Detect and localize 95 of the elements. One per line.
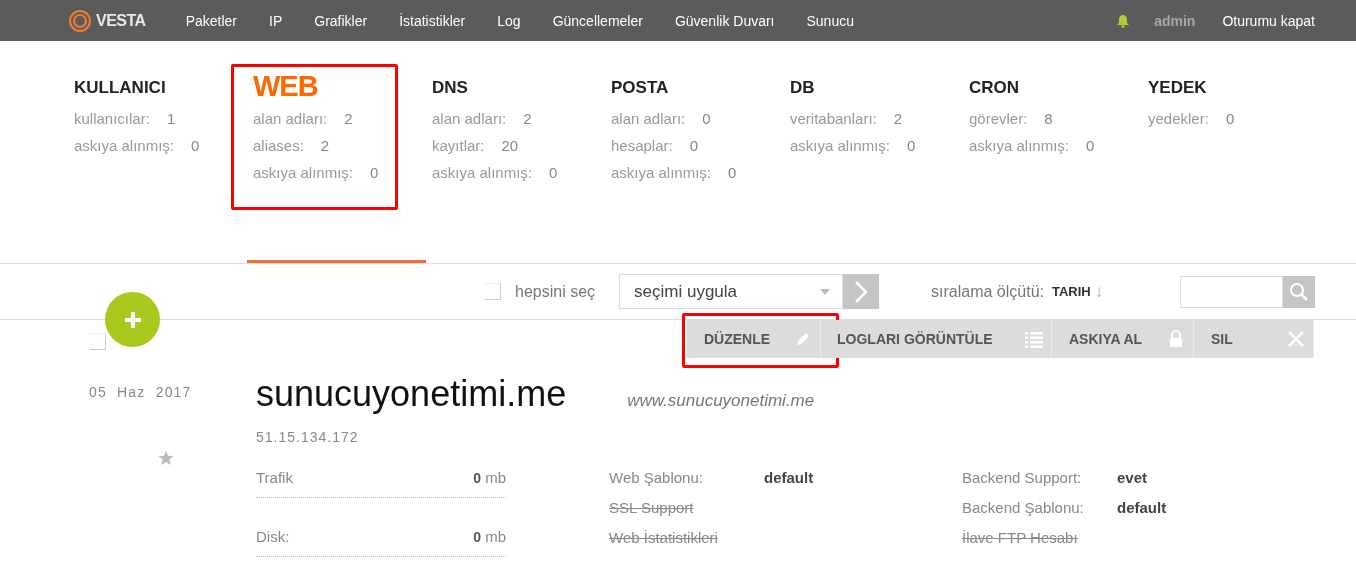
stat-value: 0	[191, 137, 200, 154]
nav-link[interactable]: Güncellemeler	[552, 12, 643, 29]
list-icon	[1025, 330, 1043, 348]
checkbox[interactable]	[484, 283, 501, 300]
stat-label: alan adları:	[432, 110, 507, 127]
stat-value: 2	[344, 110, 353, 127]
select-all-label[interactable]: hepsini seç	[515, 282, 596, 301]
action-button[interactable]: SIL	[1194, 320, 1314, 358]
setting-value: default	[764, 469, 814, 488]
section-tab[interactable]: KULLANICI kullanıcılar: 1 askıya alınmış: 0	[68, 41, 247, 263]
stat-value: 0	[907, 137, 916, 154]
section-title: POSTA	[611, 77, 670, 99]
stat-label: hesaplar:	[611, 137, 673, 154]
section-title: WEB	[253, 75, 319, 104]
stat-value: 1	[166, 110, 176, 127]
nav-link[interactable]: İstatistikler	[399, 12, 466, 29]
plus-icon	[122, 309, 143, 330]
pencil-icon	[794, 330, 812, 348]
lock-icon	[1167, 330, 1185, 348]
add-button[interactable]	[105, 292, 160, 347]
stat-label: kullanıcılar:	[74, 110, 150, 127]
stat-label: askıya alınmış:	[74, 137, 175, 154]
bulk-action-select[interactable]: seçimi uygula	[619, 274, 844, 309]
stat-value: 0	[728, 164, 737, 181]
nav-link[interactable]: Log	[497, 12, 521, 29]
section-tab[interactable]: POSTA alan adları: 0 hesaplar: 0 askıya alınmış: 0	[605, 41, 784, 263]
section-title: CRON	[969, 77, 1021, 99]
bell-icon	[1116, 13, 1131, 28]
stat-label: askıya alınmış:	[969, 137, 1070, 154]
setting-label: İlave FTP Hesabı	[962, 529, 1079, 548]
stat-value: 0	[370, 164, 379, 181]
setting-value: evet	[1117, 469, 1148, 488]
stat-label: askıya alınmış:	[611, 164, 712, 181]
chevron-right-icon	[854, 280, 869, 303]
search-icon	[1289, 281, 1309, 302]
ip-address: 51.15.134.172	[256, 429, 360, 445]
stat-value: 8	[1044, 110, 1053, 127]
logo-text[interactable]: VESTA	[96, 11, 146, 30]
checkbox[interactable]	[89, 332, 106, 350]
action-button[interactable]: DÜZENLE	[687, 320, 821, 358]
search-field[interactable]	[1180, 275, 1283, 308]
section-title: DNS	[432, 77, 469, 99]
action-button[interactable]: ASKIYA AL	[1052, 320, 1194, 358]
stat-label: aliases:	[253, 137, 304, 154]
section-title: YEDEK	[1148, 77, 1208, 99]
usage-row: Disk: 0 mb	[256, 528, 506, 557]
sort-link[interactable]: TARIH	[1052, 284, 1091, 299]
logo-icon	[68, 8, 92, 33]
section-tab[interactable]: DNS alan adları: 2 kayıtlar: 20 askıya alınmış: 0	[426, 41, 605, 263]
stat-label: görevler:	[969, 110, 1028, 127]
section-title: KULLANICI	[74, 77, 167, 99]
nav-link[interactable]: Paketler	[185, 12, 237, 29]
section-tab[interactable]: YEDEK yedekler: 0	[1142, 41, 1321, 263]
nav-link[interactable]: Güvenlik Duvarı	[674, 12, 775, 29]
section-tab[interactable]: CRON görevler: 8 askıya alınmış: 0	[963, 41, 1142, 263]
search-button[interactable]	[1283, 275, 1315, 308]
setting-label: Backend Support:	[962, 469, 1083, 488]
section-title: DB	[790, 77, 816, 99]
stat-label: askıya alınmış:	[790, 137, 891, 154]
stat-label: kayıtlar:	[432, 137, 485, 154]
section-tab[interactable]: WEB alan adları: 2 aliases: 2 askıya alınmış: 0	[247, 41, 426, 263]
close-icon	[1287, 330, 1305, 348]
sort-label: sıralama ölçütü:	[931, 282, 1044, 301]
stat-label: askıya alınmış:	[253, 164, 354, 181]
section-tab[interactable]: DB veritabanları: 2 askıya alınmış: 0	[784, 41, 963, 263]
alias-text: www.sunucuyonetimi.me	[627, 391, 815, 411]
nav-link[interactable]: Sunucu	[806, 12, 854, 29]
stat-value: 0	[702, 110, 711, 127]
stat-value: 2	[893, 110, 903, 127]
dropdown-caret-icon	[820, 288, 831, 295]
setting-value: default	[1117, 499, 1167, 518]
apply-button[interactable]	[843, 274, 880, 309]
setting-label: Backend Şablonu:	[962, 499, 1085, 518]
stat-label: alan adları:	[253, 110, 328, 127]
stat-value: 2	[320, 137, 330, 154]
stat-label: askıya alınmış:	[432, 164, 533, 181]
stat-value: 0	[689, 137, 699, 154]
stat-value: 0	[1225, 110, 1235, 127]
stat-label: veritabanları:	[790, 110, 877, 127]
setting-label: Web İstatistikleri	[609, 529, 719, 548]
action-button[interactable]: LOGLARI GÖRÜNTÜLE	[821, 320, 1052, 358]
setting-label: SSL Support	[609, 499, 695, 518]
setting-label: Web Şablonu:	[609, 469, 704, 488]
stat-value: 2	[523, 110, 532, 127]
stat-label: yedekler:	[1148, 110, 1209, 127]
domain-title: sunucuyonetimi.me	[256, 373, 567, 415]
logout-link[interactable]: Oturumu kapat	[1222, 12, 1315, 29]
stat-label: alan adları:	[611, 110, 686, 127]
nav-link[interactable]: IP	[269, 12, 283, 29]
stat-value: 0	[549, 164, 558, 181]
nav-link[interactable]: Grafikler	[314, 12, 368, 29]
date-text: 05 Haz 2017	[89, 384, 193, 400]
usage-row: Trafik 0 mb	[256, 469, 506, 498]
stat-value: 0	[1086, 137, 1095, 154]
stat-value: 20	[501, 137, 519, 154]
